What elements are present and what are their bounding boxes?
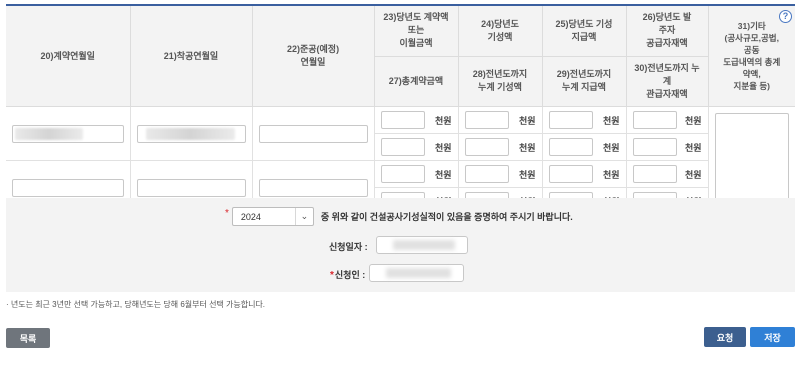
header-order-payment: 26)당년도 발 주자 공급자재액 [625, 4, 709, 57]
order-payment-input[interactable] [632, 111, 677, 129]
amount-cell: 천원 [625, 133, 708, 161]
request-button[interactable]: 요청 [704, 327, 746, 347]
apply-date-field[interactable] [376, 236, 468, 254]
header-etc-label: 31)기타 (공사규모,공법, 공동 도급내역의 총계 약액, 지분율 등) [723, 21, 781, 91]
year-row: * 2024 ⌄ 중 위와 같이 건설공사기성실적이 있음을 증명하여 주시기 … [225, 207, 573, 226]
apply-date-label: 신청일자 : [329, 242, 368, 252]
completion-date-input[interactable] [258, 124, 368, 143]
unit-label: 천원 [684, 169, 702, 180]
unit-label: 천원 [684, 115, 702, 126]
required-mark: * [225, 208, 229, 219]
unit-label: 천원 [684, 142, 702, 153]
amount-cell: 천원 [457, 106, 543, 134]
performance-input[interactable] [464, 165, 509, 183]
amount-cell: 천원 [541, 133, 627, 161]
amount-cell: 천원 [374, 133, 459, 161]
header-etc: 31)기타 (공사규모,공법, 공동 도급내역의 총계 약액, 지분율 등) ? [707, 4, 795, 107]
start-date-input[interactable] [136, 124, 246, 143]
amount-cell: 천원 [625, 106, 709, 134]
performance-input[interactable] [464, 111, 509, 129]
amount-cell: 천원 [457, 160, 543, 188]
applicant-label-wrap: *신청인 : [330, 268, 365, 281]
help-icon[interactable]: ? [779, 10, 792, 23]
performance-table-wrap: 20)계약연월일 21)착공연월일 22)준공(예정) 연월일 23)당년도 계… [6, 4, 795, 215]
unit-label: 천원 [518, 115, 536, 126]
required-mark: * [330, 270, 334, 281]
year-select-value: 2024 [240, 211, 261, 222]
contract-amount-input[interactable] [380, 111, 425, 129]
contract-date-cell [6, 106, 131, 161]
certify-panel: * 2024 ⌄ 중 위와 같이 건설공사기성실적이 있음을 증명하여 주시기 … [6, 198, 795, 292]
unit-label: 천원 [602, 115, 620, 126]
year-note: · 년도는 최근 3년만 선택 가능하고, 당해년도는 당해 6월부터 선택 가… [6, 300, 266, 309]
start-date-cell [129, 106, 253, 161]
header-payment: 25)당년도 기성 지급액 [541, 4, 627, 57]
header-prev-payment: 29)전년도까지 누계 지급액 [541, 55, 627, 108]
header-contract-date: 20)계약연월일 [6, 4, 131, 107]
prev-order-payment-input[interactable] [632, 138, 677, 156]
etc-textarea[interactable] [714, 112, 789, 209]
start-date-input[interactable] [136, 178, 246, 197]
order-payment-input[interactable] [632, 165, 677, 183]
year-select[interactable]: 2024 ⌄ [231, 207, 314, 226]
amount-cell: 천원 [373, 106, 459, 134]
header-contract-amount: 23)당년도 계약액 또는 이월금액 [373, 4, 459, 57]
unit-label: 천원 [602, 142, 620, 153]
chevron-down-icon[interactable]: ⌄ [294, 208, 313, 225]
save-button[interactable]: 저장 [750, 327, 795, 347]
completion-date-cell [251, 106, 375, 161]
list-button[interactable]: 목록 [6, 328, 50, 348]
total-contract-input[interactable] [380, 138, 425, 156]
certify-text: 중 위와 같이 건설공사기성실적이 있음을 증명하여 주시기 바랍니다. [320, 212, 573, 222]
unit-label: 천원 [434, 169, 452, 180]
header-performance: 24)당년도 기성액 [457, 4, 543, 57]
header-prev-order-payment: 30)전년도까지 누 계 관급자재액 [625, 55, 708, 108]
header-prev-performance: 28)전년도까지 누계 기성액 [457, 55, 543, 108]
header-total-contract: 27)총계약금액 [374, 55, 459, 108]
amount-cell: 천원 [541, 106, 627, 134]
amount-cell: 천원 [457, 133, 543, 161]
unit-label: 천원 [434, 142, 452, 153]
contract-date-input[interactable] [12, 124, 124, 143]
header-start-date: 21)착공연월일 [129, 4, 253, 107]
performance-table: 20)계약연월일 21)착공연월일 22)준공(예정) 연월일 23)당년도 계… [6, 4, 795, 215]
header-completion-date: 22)준공(예정) 연월일 [251, 4, 375, 107]
unit-label: 천원 [602, 169, 620, 180]
payment-input[interactable] [548, 165, 593, 183]
unit-label: 천원 [518, 142, 536, 153]
applicant-field[interactable] [369, 264, 464, 282]
prev-payment-input[interactable] [548, 138, 593, 156]
prev-performance-input[interactable] [464, 138, 509, 156]
amount-cell: 천원 [625, 160, 708, 188]
payment-input[interactable] [548, 111, 593, 129]
unit-label: 천원 [434, 115, 452, 126]
unit-label: 천원 [518, 169, 536, 180]
contract-amount-input[interactable] [380, 165, 425, 183]
amount-cell: 천원 [541, 160, 627, 188]
amount-cell: 천원 [373, 160, 459, 188]
applicant-label: 신청인 : [334, 270, 366, 280]
contract-date-input[interactable] [12, 178, 124, 197]
completion-date-input[interactable] [258, 178, 368, 197]
